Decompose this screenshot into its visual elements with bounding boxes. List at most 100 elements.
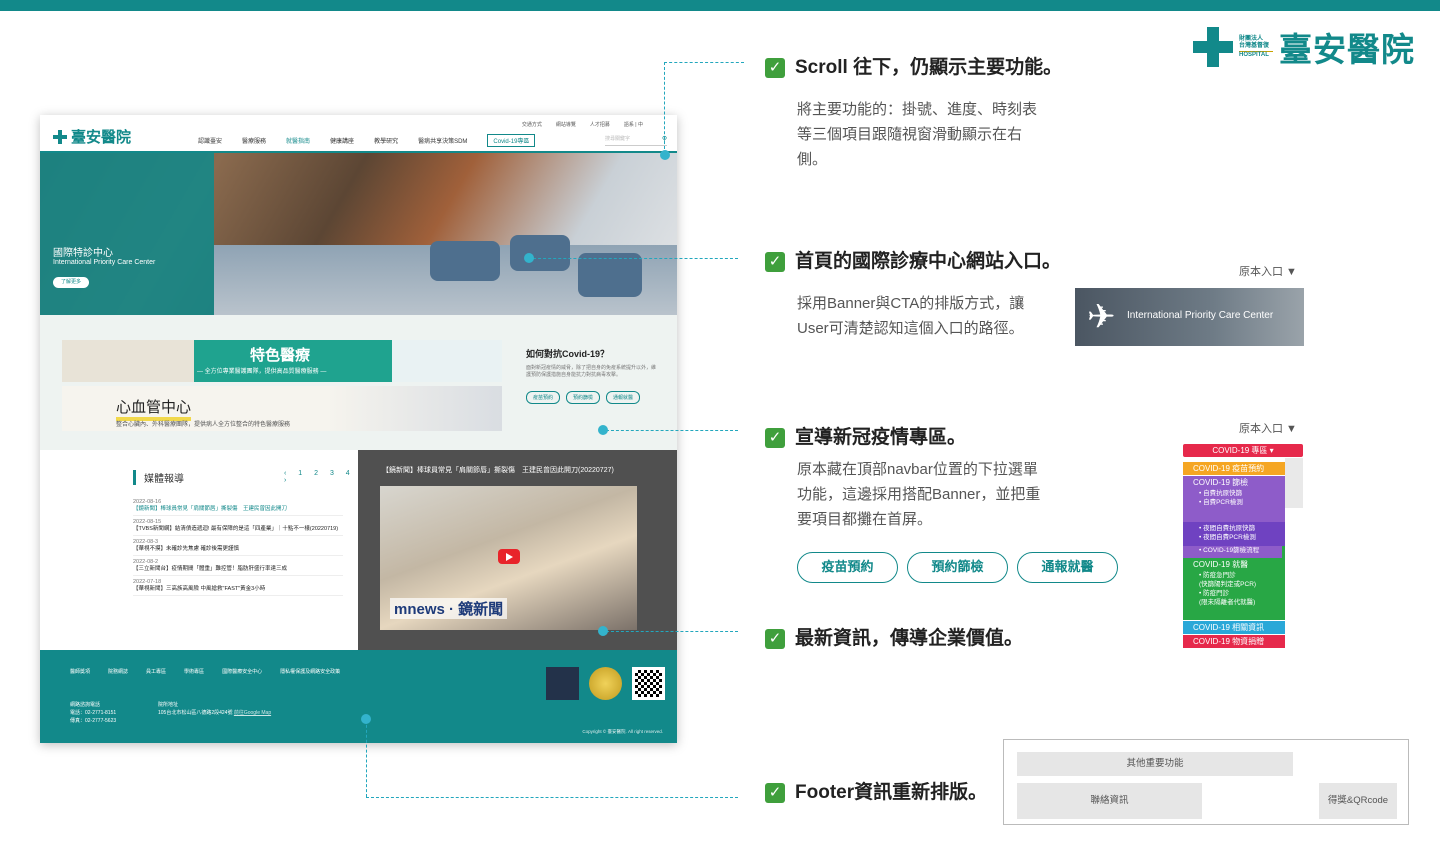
logo-hospital-en: HOSPITAL bbox=[1239, 50, 1273, 59]
top-link[interactable]: 人才招募 bbox=[590, 121, 610, 128]
dropdown-item[interactable]: COVID-19 物資捐贈 bbox=[1183, 635, 1285, 648]
footer-contact: 網路諮詢電話 電話：02-2771-8151 傳真：02-2777-5623 bbox=[70, 701, 116, 725]
dropdown-item[interactable]: COVID-19 疫苗預約 bbox=[1183, 462, 1285, 475]
contact-title: 網路諮詢電話 bbox=[70, 702, 101, 708]
dropdown-group-visit: COVID-19 就醫 • 防疫急門診 (快篩陽判定或PCR) • 防疫門診 (… bbox=[1183, 558, 1285, 620]
menu-item-active[interactable]: 就醫指南 bbox=[286, 136, 310, 147]
covid-pill-vaccine[interactable]: 疫苗預約 bbox=[526, 391, 561, 404]
dropdown-subitem[interactable]: • COVID-19篩檢流程 bbox=[1193, 546, 1282, 555]
dropdown-subitem-text: 夜間自費抗原快篩 bbox=[1203, 525, 1256, 532]
dropdown-subitem-text: 夜間自費PCR檢測 bbox=[1203, 534, 1256, 541]
qrcode-icon[interactable] bbox=[632, 667, 665, 700]
news-item[interactable]: 【鏡新聞】棒球員常見「肩關節唇」撕裂傷 王建民曾因此開刀 bbox=[133, 506, 343, 516]
news-list: 2022-08-16 【鏡新聞】棒球員常見「肩關節唇」撕裂傷 王建民曾因此開刀 … bbox=[133, 496, 343, 596]
news-item[interactable]: 【TVBS新聞網】結清債造遞迴! 最有保障的是這「四產業」｜十點不一樣(2022… bbox=[133, 526, 343, 536]
covid-pill-screening[interactable]: 預約篩檢 bbox=[566, 391, 601, 404]
dropdown-group-flow: • COVID-19篩檢流程 bbox=[1183, 546, 1285, 558]
dropdown-subitem[interactable]: • 自費PCR檢測 bbox=[1193, 498, 1285, 507]
menu-item[interactable]: 健康講座 bbox=[330, 136, 354, 147]
dropdown-item[interactable]: COVID-19 篩檢 bbox=[1193, 476, 1285, 489]
footer-link[interactable]: 學術專區 bbox=[184, 668, 204, 675]
mock-logo[interactable]: 臺安醫院 bbox=[53, 126, 131, 147]
connector-dot bbox=[524, 253, 534, 263]
connector-line bbox=[366, 720, 367, 797]
annotation-heading-text: Scroll 往下，仍顯示主要功能。 bbox=[795, 57, 1063, 78]
cta-screening-button[interactable]: 預約篩檢 bbox=[907, 552, 1008, 583]
cta-report-button[interactable]: 通報就醫 bbox=[1017, 552, 1118, 583]
church-logo-icon bbox=[546, 667, 579, 700]
contact-phone: 電話：02-2771-8151 bbox=[70, 710, 117, 716]
dropdown-item[interactable]: COVID-19 就醫 bbox=[1193, 558, 1285, 571]
search-placeholder: 搜尋關鍵字 bbox=[605, 136, 631, 142]
cardio-title: 心血管中心 bbox=[116, 396, 192, 421]
original-entry-label: 原本入口 ▼ bbox=[1239, 266, 1297, 278]
footer-link[interactable]: 國際醫療安全中心 bbox=[222, 668, 262, 675]
footer-link[interactable]: 員工專區 bbox=[146, 668, 166, 675]
cta-vaccine-button[interactable]: 疫苗預約 bbox=[797, 552, 898, 583]
play-icon[interactable] bbox=[498, 549, 520, 564]
annotation-line: 側。 bbox=[797, 151, 828, 168]
logo-subtext: 財團法人 台灣基督復 HOSPITAL bbox=[1239, 36, 1273, 59]
dropdown-subitem-text: 自費抗原快篩 bbox=[1203, 490, 1243, 497]
annotation-heading-text: Footer資訊重新排版。 bbox=[795, 782, 988, 803]
mock-search-input[interactable]: 搜尋關鍵字 ⚲ bbox=[605, 135, 667, 146]
logo-subline: 台灣基督復 bbox=[1239, 42, 1270, 49]
dropdown-subitem[interactable]: • 夜間自費抗原快篩 bbox=[1193, 524, 1285, 533]
annotation-heading-text: 最新資訊，傳導企業價值。 bbox=[795, 628, 1024, 649]
covid-pill-report[interactable]: 通報就醫 bbox=[606, 391, 641, 404]
video-title: 【鏡新聞】棒球員常見「肩關節唇」撕裂傷 王建民曾因此開刀(20220727) bbox=[382, 467, 614, 474]
menu-item[interactable]: 教學研究 bbox=[374, 136, 398, 147]
top-accent-bar bbox=[0, 0, 1440, 11]
top-link[interactable]: 網站導覽 bbox=[556, 121, 576, 128]
hero-photo-chair bbox=[578, 253, 642, 297]
menu-item[interactable]: 認識臺安 bbox=[198, 136, 222, 147]
annotation-body: 原本藏在頂部navbar位置的下拉選單 功能，這邊採用搭配Banner，並把重 … bbox=[797, 457, 1040, 532]
special-subtitle: — 全方位專業醫護團隊，提供高品質醫療服務 — bbox=[197, 369, 327, 375]
mock-menu: 認識臺安 醫療服務 就醫指南 健康講座 教學研究 醫病共享決策SDM Covid… bbox=[198, 134, 536, 147]
footer-link[interactable]: 隱私權保護及網路安全政策 bbox=[280, 668, 340, 675]
dropdown-shadow bbox=[1285, 458, 1303, 508]
checkmark-icon: ✓ bbox=[765, 251, 785, 272]
menu-item[interactable]: 醫病共享決策SDM bbox=[418, 136, 467, 147]
dropdown-header[interactable]: COVID-19 專區 ▾ bbox=[1183, 444, 1303, 457]
covid-desc: 面對新冠疫情的威脅，除了把自身的免疫系統提升以外，維護預防保護措施自身能抗力對抗… bbox=[526, 365, 657, 378]
annotation-line: 功能，這邊採用搭配Banner，並把重 bbox=[797, 486, 1041, 503]
news-item[interactable]: 【華視新聞】三高族高風險 中風搶救"FAST"黃金3小時 bbox=[133, 586, 343, 596]
footer-link[interactable]: 醫師獎項 bbox=[70, 668, 90, 675]
news-item[interactable]: 【三立新聞台】疫情期間「體重」難控管！脂肪肝盛行率達三成 bbox=[133, 566, 343, 576]
menu-item-covid[interactable]: Covid-19專區 bbox=[487, 134, 536, 147]
footer-link[interactable]: 院務網誌 bbox=[108, 668, 128, 675]
covid-pills: 疫苗預約 預約篩檢 通報就醫 bbox=[526, 391, 656, 404]
special-care-banner[interactable]: 特色醫療 — 全方位專業醫護團隊，提供高品質醫療服務 — bbox=[62, 340, 502, 382]
airplane-icon: ✈ bbox=[1087, 298, 1116, 336]
dropdown-item[interactable]: COVID-19 相關資訊 bbox=[1183, 621, 1285, 634]
hero-teal-panel bbox=[40, 153, 214, 315]
footer-block-other: 其他重要功能 bbox=[1017, 752, 1293, 776]
video-player[interactable]: mnews · 鏡新聞 bbox=[380, 486, 637, 630]
dropdown-subitem[interactable]: • 防疫急門診 bbox=[1193, 571, 1285, 580]
website-mockup: 臺安醫院 交通方式 網站導覽 人才招募 語系 | 中 認識臺安 醫療服務 就醫指… bbox=[40, 115, 677, 743]
address-title: 院所地址 bbox=[158, 702, 179, 708]
annotation-line: 採用Banner與CTA的排版方式，讓 bbox=[797, 295, 1025, 312]
annotation-heading: ✓ 最新資訊，傳導企業價值。 bbox=[765, 623, 1023, 650]
dropdown-subitem[interactable]: • 防疫門診 bbox=[1193, 589, 1285, 598]
dropdown-group-night: • 夜間自費抗原快篩 • 夜間自費PCR檢測 bbox=[1183, 522, 1285, 546]
hero-learn-more-button[interactable]: 了解更多 bbox=[53, 277, 89, 288]
cardio-center-banner[interactable]: 心血管中心 整合心臟內、外科醫療團隊，提供病人全方位整合的特色醫療服務 bbox=[62, 386, 502, 431]
contact-fax: 傳真：02-2777-5623 bbox=[70, 718, 117, 724]
hospital-logo: 財團法人 台灣基督復 HOSPITAL 臺安醫院 bbox=[1193, 22, 1421, 72]
news-pager[interactable]: ‹ 1 2 3 4 › bbox=[284, 470, 358, 484]
top-link[interactable]: 交通方式 bbox=[522, 121, 542, 128]
annotation-line: 等三個項目跟隨視窗滑動顯示在右 bbox=[797, 126, 1023, 143]
menu-item[interactable]: 醫療服務 bbox=[242, 136, 266, 147]
dropdown-subitem[interactable]: • 自費抗原快篩 bbox=[1193, 489, 1285, 498]
top-link[interactable]: 語系 | 中 bbox=[624, 121, 643, 128]
award-medal-icon bbox=[589, 667, 622, 700]
news-item[interactable]: 【華視不摸】未確診先焦慮 確診後需更謹慎 bbox=[133, 546, 343, 556]
google-map-link[interactable]: 前往Google Map bbox=[234, 710, 271, 716]
mock-special-section: 特色醫療 — 全方位專業醫護團隊，提供高品質醫療服務 — 心血管中心 整合心臟內… bbox=[40, 315, 677, 450]
dropdown-header-text: COVID-19 專區 bbox=[1212, 446, 1268, 455]
dropdown-subitem[interactable]: • 夜間自費PCR檢測 bbox=[1193, 533, 1285, 542]
dropdown-subitem-note: (限未隔離者代就醫) bbox=[1199, 599, 1256, 606]
annotation-line: 要項目都攤在首屏。 bbox=[797, 511, 933, 528]
